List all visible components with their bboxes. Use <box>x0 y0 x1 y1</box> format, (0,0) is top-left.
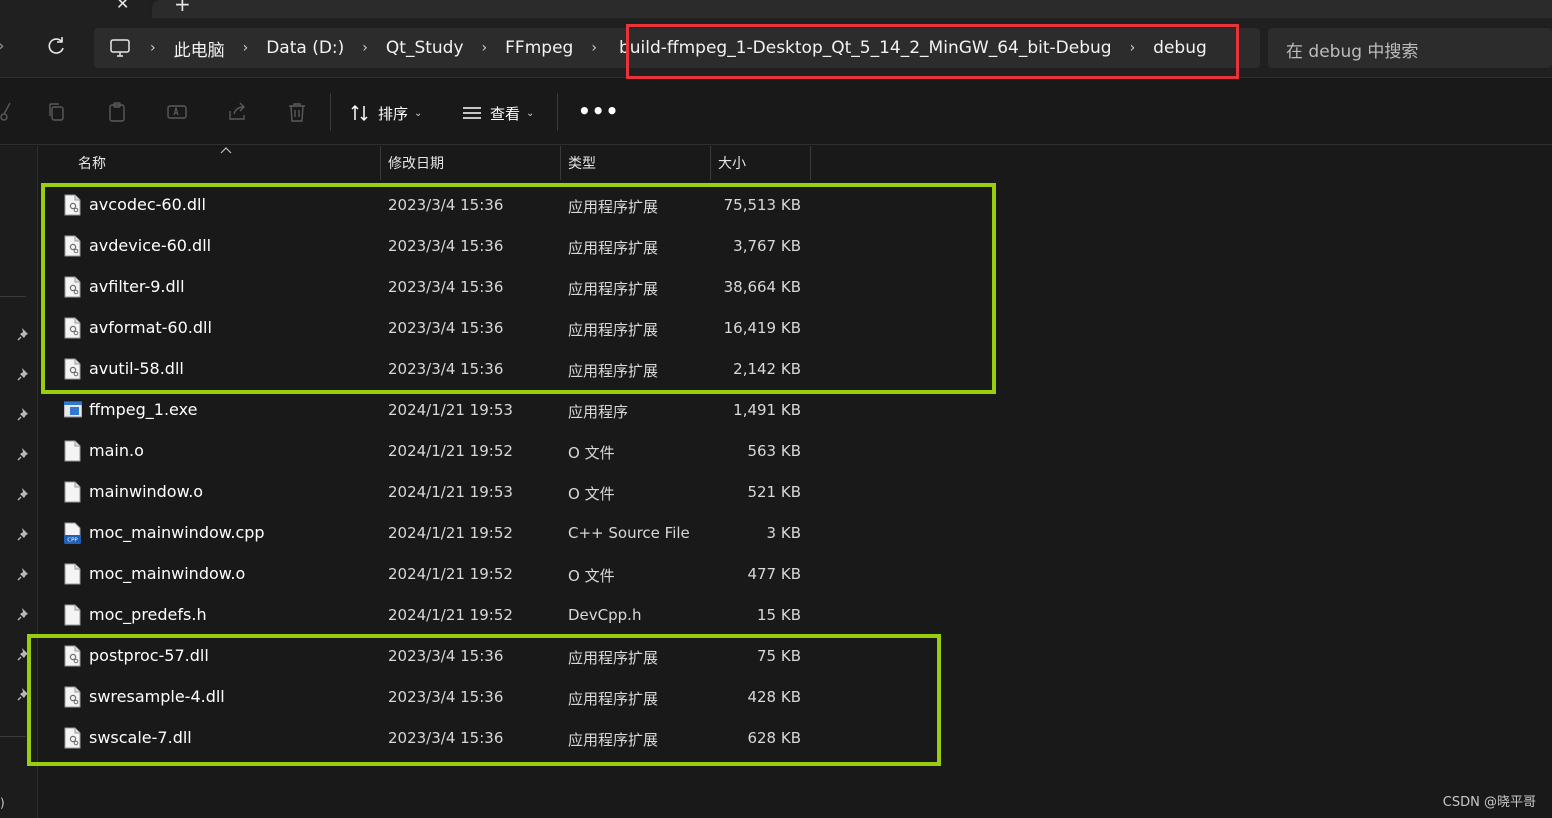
pin-icon[interactable] <box>16 326 32 342</box>
file-name: moc_mainwindow.cpp <box>89 523 265 542</box>
file-type: DevCpp.h <box>568 606 642 624</box>
column-divider[interactable] <box>380 146 381 180</box>
nav-partial-label[interactable]: :) <box>0 796 5 810</box>
refresh-icon[interactable] <box>44 34 68 58</box>
file-row[interactable]: moc_predefs.h 2024/1/21 19:52 DevCpp.h 15 K… <box>40 595 1552 636</box>
file-row[interactable]: main.o 2024/1/21 19:52 O 文件 563 KB <box>40 431 1552 472</box>
blank-file-icon <box>64 481 81 503</box>
file-size: 1,491 KB <box>733 401 801 419</box>
file-name: moc_mainwindow.o <box>89 564 246 583</box>
breadcrumb-qt-study[interactable]: Qt_Study <box>386 38 464 58</box>
toolbar-divider <box>330 93 331 131</box>
view-icon <box>463 107 481 119</box>
file-name: mainwindow.o <box>89 482 204 501</box>
command-bar: 排序 ⌄ 查看 ⌄ ••• <box>0 79 1552 145</box>
sort-icon <box>351 104 368 122</box>
nav-chevron-icon[interactable]: › <box>0 36 4 55</box>
this-pc-icon[interactable] <box>108 36 132 60</box>
rename-icon[interactable] <box>166 101 188 123</box>
svg-text:CPP: CPP <box>67 538 78 544</box>
pin-icon[interactable] <box>16 606 32 622</box>
dll-highlight-box-top <box>41 183 996 394</box>
file-name: ffmpeg_1.exe <box>89 400 198 419</box>
breadcrumb-separator[interactable]: › <box>591 40 597 56</box>
breadcrumb-separator[interactable]: › <box>482 40 488 56</box>
nav-divider <box>0 296 26 297</box>
breadcrumb-separator[interactable]: › <box>362 40 368 56</box>
sort-button[interactable]: 排序 ⌄ <box>350 99 422 127</box>
pin-icon[interactable] <box>16 526 32 542</box>
file-type: O 文件 <box>568 485 615 503</box>
file-modified-date: 2024/1/21 19:52 <box>388 524 513 542</box>
breadcrumb-separator[interactable]: › <box>243 40 249 56</box>
file-row[interactable]: moc_mainwindow.o 2024/1/21 19:52 O 文件 477 K… <box>40 554 1552 595</box>
file-modified-date: 2024/1/21 19:53 <box>388 401 513 419</box>
file-row[interactable]: CPP moc_mainwindow.cpp 2024/1/21 19:52 C++ … <box>40 513 1552 554</box>
breadcrumb-ffmpeg[interactable]: FFmpeg <box>505 38 573 58</box>
blank-file-icon <box>64 563 81 585</box>
file-modified-date: 2024/1/21 19:53 <box>388 483 513 501</box>
file-name: main.o <box>89 441 144 460</box>
close-tab-icon[interactable]: ✕ <box>116 0 129 13</box>
file-size: 521 KB <box>747 483 801 501</box>
paste-icon[interactable] <box>106 101 128 123</box>
copy-icon[interactable] <box>46 101 68 123</box>
pin-icon[interactable] <box>16 566 32 582</box>
nav-divider <box>0 736 26 737</box>
breadcrumb-this-pc[interactable]: 此电脑 <box>174 36 225 61</box>
file-row[interactable]: mainwindow.o 2024/1/21 19:53 O 文件 521 KB <box>40 472 1552 513</box>
tab-strip-background <box>152 0 1552 18</box>
share-icon[interactable] <box>226 101 248 123</box>
column-divider[interactable] <box>560 146 561 180</box>
more-options-icon[interactable]: ••• <box>578 99 619 123</box>
file-modified-date: 2024/1/21 19:52 <box>388 565 513 583</box>
address-highlight-box <box>626 24 1239 79</box>
pin-icon[interactable] <box>16 406 32 422</box>
search-placeholder[interactable]: 在 debug 中搜索 <box>1286 37 1418 62</box>
file-modified-date: 2024/1/21 19:52 <box>388 442 513 460</box>
blank-file-icon <box>64 604 81 626</box>
breadcrumb-separator[interactable]: › <box>150 40 156 56</box>
delete-icon[interactable] <box>286 101 308 123</box>
search-box[interactable]: 在 debug 中搜索 <box>1268 28 1552 68</box>
file-type: 应用程序 <box>568 403 629 421</box>
file-modified-date: 2024/1/21 19:52 <box>388 606 513 624</box>
pin-icon[interactable] <box>16 446 32 462</box>
chevron-down-icon: ⌄ <box>414 107 423 119</box>
column-size[interactable]: 大小 <box>718 146 746 180</box>
sort-label: 排序 <box>378 104 409 123</box>
column-divider[interactable] <box>810 146 811 180</box>
column-name[interactable]: 名称 <box>78 146 106 180</box>
sort-ascending-icon <box>220 147 232 154</box>
tab-strip: ✕ + <box>0 0 1552 18</box>
file-size: 15 KB <box>757 606 801 624</box>
column-modified[interactable]: 修改日期 <box>388 146 444 180</box>
view-label: 查看 <box>490 104 521 123</box>
file-size: 477 KB <box>747 565 801 583</box>
pin-icon[interactable] <box>16 486 32 502</box>
cpp-file-icon: CPP <box>64 522 81 544</box>
exe-file-icon <box>64 401 82 418</box>
file-name: moc_predefs.h <box>89 605 207 624</box>
blank-file-icon <box>64 440 81 462</box>
chevron-down-icon: ⌄ <box>526 107 535 119</box>
file-type: C++ Source File <box>568 524 690 542</box>
breadcrumb-data-drive[interactable]: Data (D:) <box>266 38 344 58</box>
dll-highlight-box-bottom <box>27 634 941 766</box>
cut-icon[interactable] <box>0 101 12 123</box>
file-size: 563 KB <box>747 442 801 460</box>
watermark: CSDN @晓平哥 <box>1442 795 1536 810</box>
file-size: 3 KB <box>766 524 801 542</box>
file-type: O 文件 <box>568 444 615 462</box>
new-tab-icon[interactable]: + <box>174 0 191 16</box>
column-type[interactable]: 类型 <box>568 146 596 180</box>
file-row[interactable]: ffmpeg_1.exe 2024/1/21 19:53 应用程序 1,491 KB <box>40 390 1552 431</box>
pin-icon[interactable] <box>16 366 32 382</box>
column-header: 名称 修改日期 类型 大小 <box>40 146 1552 180</box>
toolbar-divider <box>557 93 558 131</box>
view-button[interactable]: 查看 ⌄ <box>462 99 534 127</box>
file-type: O 文件 <box>568 567 615 585</box>
column-divider[interactable] <box>710 146 711 180</box>
